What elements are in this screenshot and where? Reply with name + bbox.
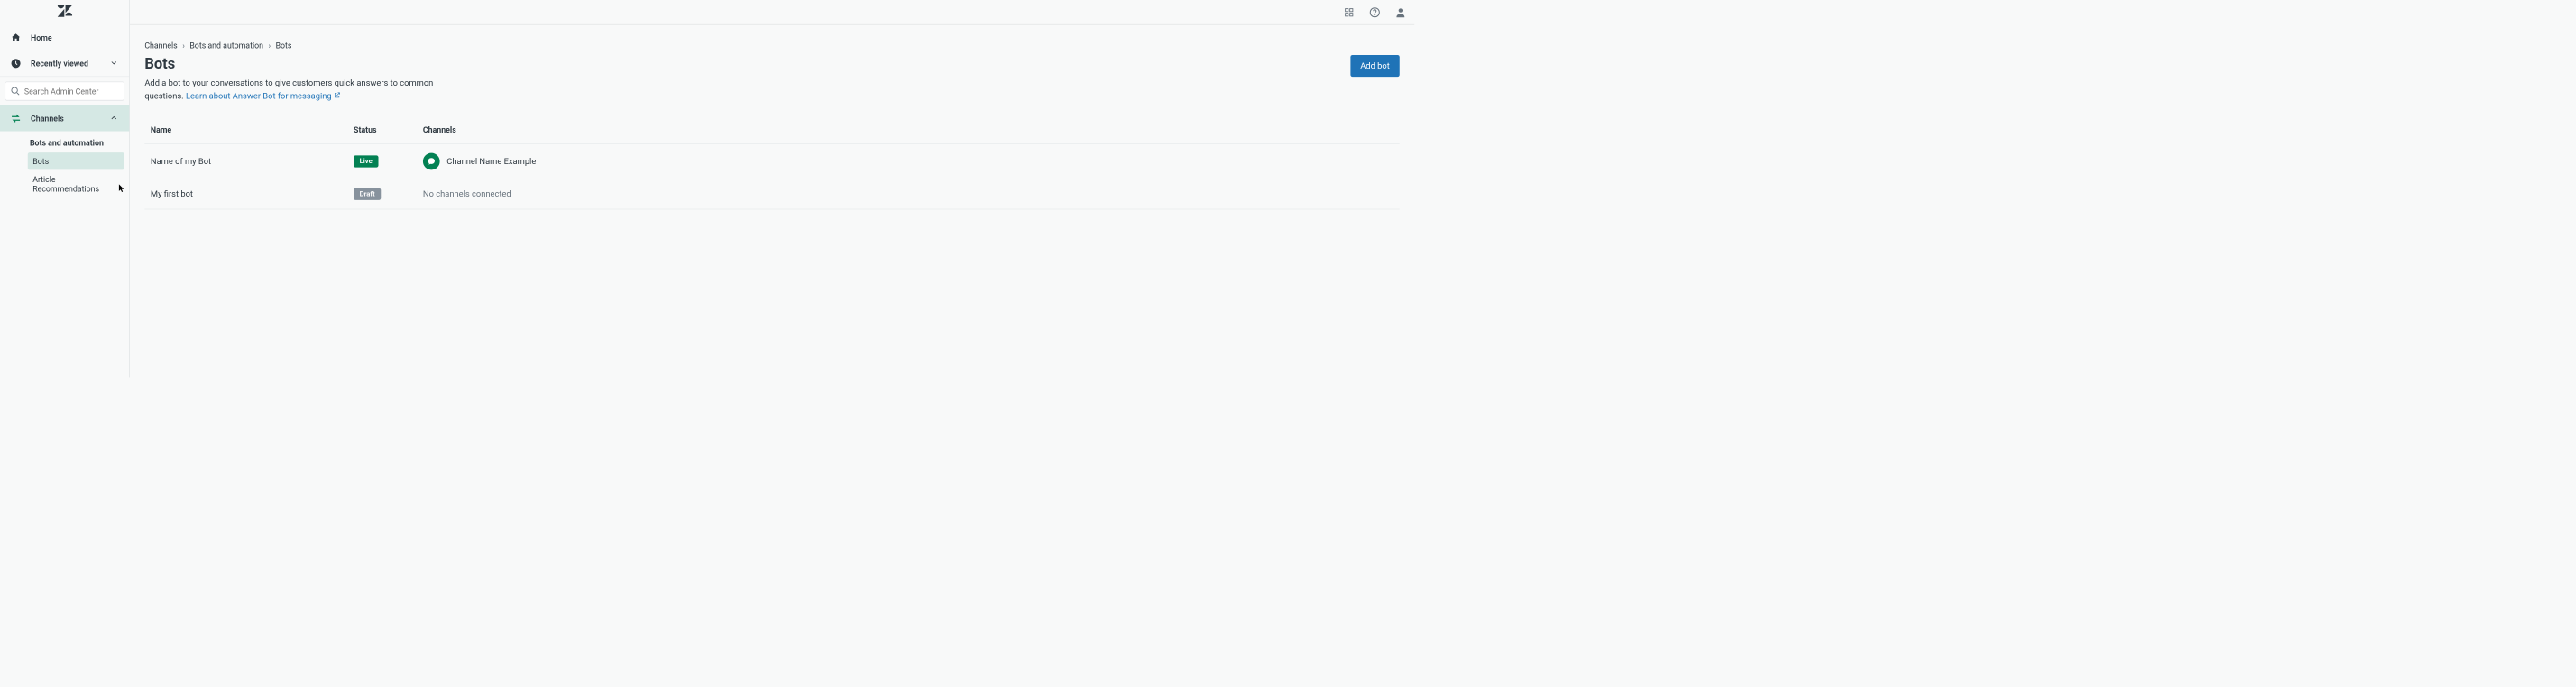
nav-home[interactable]: Home: [0, 24, 129, 50]
subnav-heading[interactable]: Bots and automation: [28, 134, 124, 151]
add-bot-button[interactable]: Add bot: [1350, 55, 1400, 77]
breadcrumb-1[interactable]: Bots and automation: [189, 41, 263, 50]
status-badge: Draft: [354, 188, 381, 200]
clock-icon: [10, 58, 22, 69]
breadcrumb-2: Bots: [276, 41, 292, 50]
th-channels: Channels: [423, 125, 1394, 134]
search-box[interactable]: [5, 82, 124, 101]
nav-channels[interactable]: Channels: [0, 105, 129, 132]
sidebar: Home Recently viewed Channels Bots and a…: [0, 0, 130, 377]
nav-recent-label: Recently viewed: [31, 59, 109, 68]
breadcrumb: Channels › Bots and automation › Bots: [144, 41, 1399, 50]
subnav-item-article-recs[interactable]: Article Recommendations: [28, 170, 124, 197]
channel-name: Channel Name Example: [446, 157, 536, 167]
help-icon[interactable]: [1369, 6, 1381, 18]
table-row[interactable]: Name of my Bot Live Channel Name Example: [144, 144, 1399, 179]
chat-bubble-icon: [423, 153, 440, 170]
zendesk-icon: [57, 5, 71, 19]
page-title: Bots: [144, 55, 451, 72]
table-header: Name Status Channels: [144, 116, 1399, 144]
channel-cell: Channel Name Example: [423, 153, 1394, 170]
content: Channels › Bots and automation › Bots Bo…: [130, 24, 1414, 377]
apps-icon[interactable]: [1343, 6, 1355, 18]
th-name: Name: [151, 125, 354, 134]
chevron-down-icon: [109, 59, 119, 69]
chevron-right-icon: ›: [182, 41, 185, 50]
bot-name: Name of my Bot: [151, 157, 354, 167]
bot-name: My first bot: [151, 189, 354, 199]
learn-link[interactable]: Learn about Answer Bot for messaging: [186, 91, 341, 101]
chevron-right-icon: ›: [268, 41, 271, 50]
external-link-icon: [334, 90, 341, 103]
channels-icon: [10, 113, 22, 124]
subnav-item-bots[interactable]: Bots: [28, 152, 124, 169]
zendesk-logo: [0, 0, 129, 24]
page-head: Bots Add a bot to your conversations to …: [144, 55, 1399, 103]
th-status: Status: [354, 125, 423, 134]
status-badge: Live: [354, 156, 378, 168]
channel-cell: No channels connected: [423, 189, 1394, 199]
page-description: Add a bot to your conversations to give …: [144, 78, 451, 103]
home-icon: [10, 32, 22, 43]
topbar: [130, 0, 1414, 24]
nav-home-label: Home: [31, 33, 119, 42]
search-icon: [11, 87, 21, 96]
search-input[interactable]: [24, 87, 124, 96]
subnav: Bots and automation Bots Article Recomme…: [0, 132, 129, 199]
table-row[interactable]: My first bot Draft No channels connected: [144, 179, 1399, 209]
profile-icon[interactable]: [1394, 6, 1406, 18]
nav-channels-label: Channels: [31, 114, 109, 123]
search-wrap: [0, 77, 129, 105]
bots-table: Name Status Channels Name of my Bot Live…: [144, 116, 1399, 209]
channel-name: No channels connected: [423, 189, 511, 199]
chevron-up-icon: [109, 114, 119, 124]
main: Channels › Bots and automation › Bots Bo…: [130, 0, 1414, 377]
breadcrumb-0[interactable]: Channels: [144, 41, 177, 50]
learn-link-text: Learn about Answer Bot for messaging: [186, 91, 332, 101]
nav-recently-viewed[interactable]: Recently viewed: [0, 50, 129, 77]
